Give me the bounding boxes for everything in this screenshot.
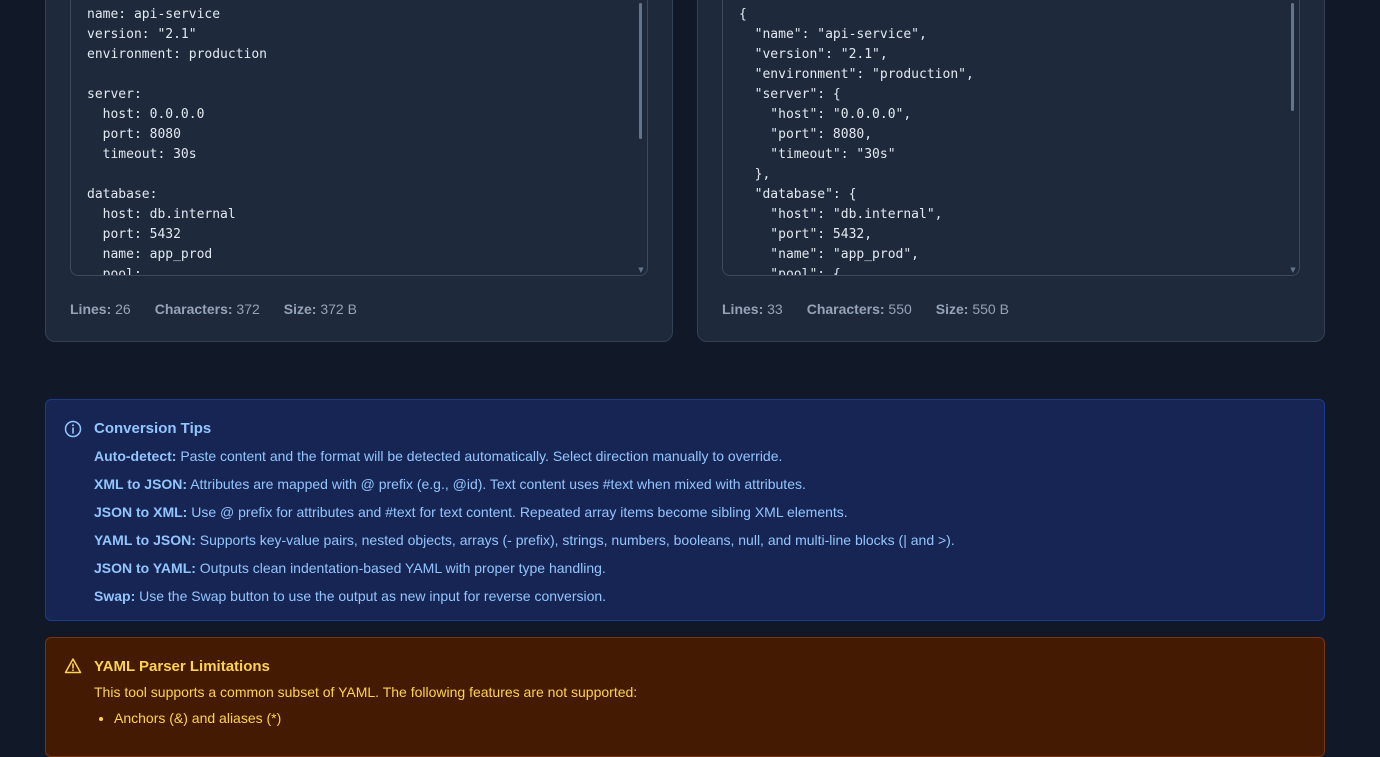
tip-key: JSON to XML: bbox=[94, 504, 188, 520]
output-scrollbar[interactable]: ▼ bbox=[1289, 0, 1297, 275]
scroll-down-icon[interactable]: ▼ bbox=[637, 267, 645, 274]
output-chars-stat: Characters: 550 bbox=[806, 301, 912, 317]
input-panel: name: api-service version: "2.1" environ… bbox=[45, 0, 673, 342]
tip-item: Auto-detect: Paste content and the forma… bbox=[94, 446, 955, 474]
output-scroll-thumb[interactable] bbox=[1291, 3, 1294, 111]
yaml-limitations-box: YAML Parser Limitations This tool suppor… bbox=[45, 637, 1325, 757]
input-editor[interactable]: name: api-service version: "2.1" environ… bbox=[70, 0, 648, 276]
conversion-tips-box: Conversion Tips Auto-detect: Paste conte… bbox=[45, 399, 1325, 621]
warning-icon bbox=[64, 658, 82, 674]
tip-item: JSON to XML: Use @ prefix for attributes… bbox=[94, 502, 955, 530]
output-stats: Lines: 33 Characters: 550 Size: 550 B bbox=[722, 301, 1009, 317]
tip-item: Swap: Use the Swap button to use the out… bbox=[94, 586, 955, 614]
output-editor[interactable]: { "name": "api-service", "version": "2.1… bbox=[722, 0, 1300, 276]
scroll-down-icon[interactable]: ▼ bbox=[1289, 267, 1297, 274]
tip-text: Supports key-value pairs, nested objects… bbox=[195, 532, 955, 548]
tip-text: Use the Swap button to use the output as… bbox=[135, 588, 607, 604]
tips-list: Auto-detect: Paste content and the forma… bbox=[94, 446, 955, 614]
limitations-description: This tool supports a common subset of YA… bbox=[94, 684, 638, 700]
tips-title: Conversion Tips bbox=[94, 420, 212, 437]
tip-key: JSON to YAML: bbox=[94, 560, 196, 576]
tip-text: Outputs clean indentation-based YAML wit… bbox=[195, 560, 606, 576]
input-size-stat: Size: 372 B bbox=[283, 301, 357, 317]
limitations-list: Anchors (&) and aliases (*) bbox=[94, 710, 281, 726]
input-scroll-thumb[interactable] bbox=[639, 3, 642, 139]
input-scrollbar[interactable]: ▼ bbox=[637, 0, 645, 275]
limitation-item: Anchors (&) and aliases (*) bbox=[114, 710, 281, 726]
input-chars-stat: Characters: 372 bbox=[154, 301, 260, 317]
tip-text: Paste content and the format will be det… bbox=[176, 448, 783, 464]
tip-text: Attributes are mapped with @ prefix (e.g… bbox=[187, 476, 806, 492]
tip-key: YAML to JSON: bbox=[94, 532, 196, 548]
output-code[interactable]: { "name": "api-service", "version": "2.1… bbox=[739, 5, 974, 275]
output-lines-stat: Lines: 33 bbox=[722, 301, 783, 317]
output-panel: { "name": "api-service", "version": "2.1… bbox=[697, 0, 1325, 342]
tip-key: Swap: bbox=[94, 588, 136, 604]
tip-item: YAML to JSON: Supports key-value pairs, … bbox=[94, 530, 955, 558]
input-code[interactable]: name: api-service version: "2.1" environ… bbox=[87, 5, 267, 275]
info-icon bbox=[64, 420, 82, 438]
output-size-stat: Size: 550 B bbox=[935, 301, 1009, 317]
tip-key: Auto-detect: bbox=[94, 448, 177, 464]
input-stats: Lines: 26 Characters: 372 Size: 372 B bbox=[70, 301, 357, 317]
tip-item: JSON to YAML: Outputs clean indentation-… bbox=[94, 558, 955, 586]
tip-text: Use @ prefix for attributes and #text fo… bbox=[187, 504, 848, 520]
input-lines-stat: Lines: 26 bbox=[70, 301, 131, 317]
limitations-title: YAML Parser Limitations bbox=[94, 658, 270, 675]
tip-key: XML to JSON: bbox=[94, 476, 188, 492]
tip-item: XML to JSON: Attributes are mapped with … bbox=[94, 474, 955, 502]
